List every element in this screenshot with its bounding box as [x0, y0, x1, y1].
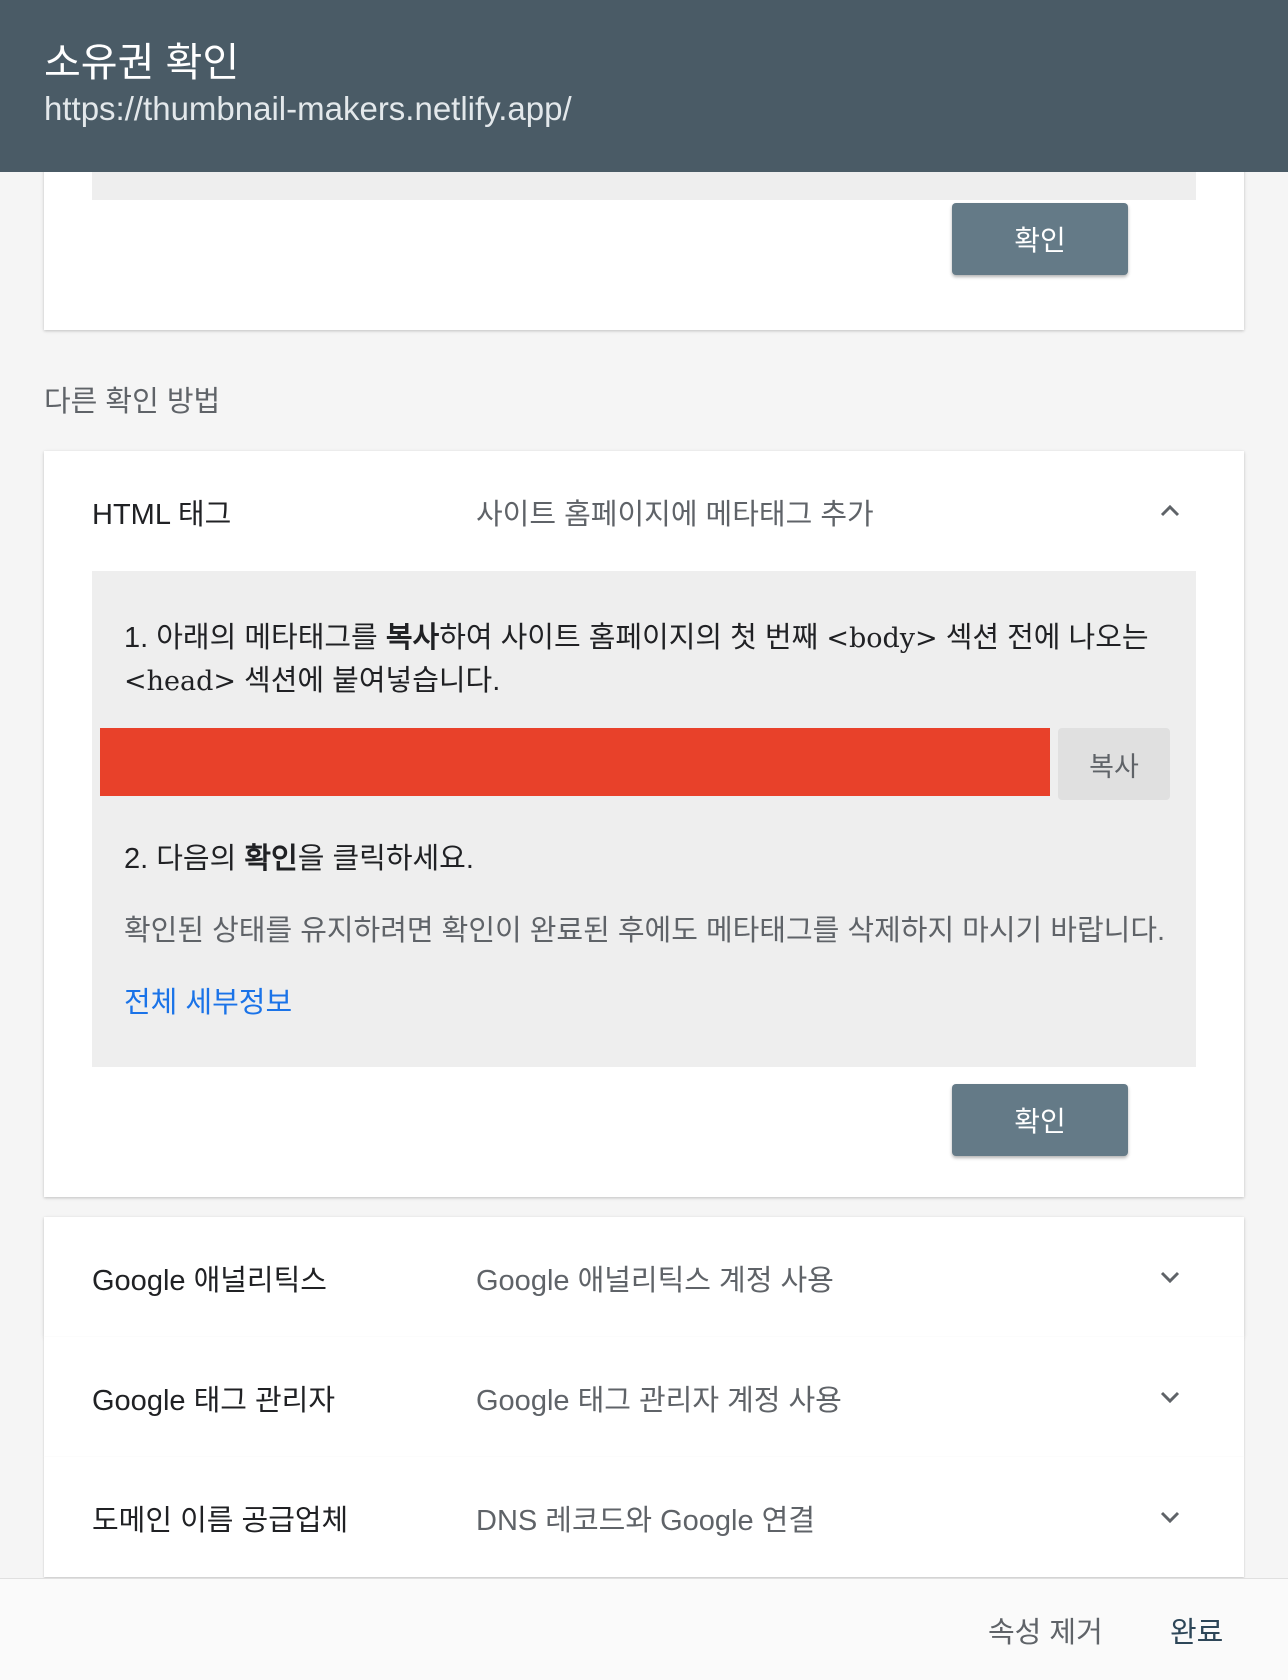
html-tag-description: 사이트 홈페이지에 메타태그 추가	[476, 499, 874, 531]
keep-tag-note: 확인된 상태를 유지하려면 확인이 완료된 후에도 메타태그를 삭제하지 마시기…	[124, 915, 1166, 947]
chevron-down-icon[interactable]	[1154, 1381, 1186, 1413]
remove-property-button[interactable]: 속성 제거	[988, 1609, 1103, 1651]
method-google-analytics[interactable]: Google 애널리틱스 Google 애널리틱스 계정 사용	[44, 1217, 1244, 1337]
chevron-down-icon[interactable]	[1154, 1501, 1186, 1533]
method-domain-provider[interactable]: 도메인 이름 공급업체 DNS 레코드와 Google 연결	[44, 1457, 1244, 1577]
chevron-down-icon[interactable]	[1154, 1261, 1186, 1293]
html-tag-card: HTML 태그 사이트 홈페이지에 메타태그 추가 1. 아래의 메타태그를 복…	[44, 451, 1244, 1197]
done-button[interactable]: 완료	[1170, 1609, 1223, 1651]
step-1-text: 1. 아래의 메타태그를 복사하여 사이트 홈페이지의 첫 번째 <body> …	[124, 622, 1149, 697]
copy-button[interactable]: 복사	[1058, 728, 1170, 800]
other-methods-label: 다른 확인 방법	[44, 386, 221, 418]
method-description: DNS 레코드와 Google 연결	[476, 1505, 815, 1537]
property-url: https://thumbnail-makers.netlify.app/	[44, 90, 572, 127]
step-2-text: 2. 다음의 확인을 클릭하세요.	[124, 843, 474, 875]
html-tag-confirm-button[interactable]: 확인	[952, 1084, 1128, 1156]
html-tag-title: HTML 태그	[92, 499, 232, 531]
top-verification-card: 확인	[44, 150, 1244, 330]
method-title: Google 애널리틱스	[92, 1265, 327, 1297]
confirm-button[interactable]: 확인	[952, 203, 1128, 275]
method-description: Google 애널리틱스 계정 사용	[476, 1265, 834, 1297]
html-tag-instructions: 1. 아래의 메타태그를 복사하여 사이트 홈페이지의 첫 번째 <body> …	[92, 571, 1196, 1067]
method-description: Google 태그 관리자 계정 사용	[476, 1385, 842, 1417]
method-title: Google 태그 관리자	[92, 1385, 336, 1417]
method-title: 도메인 이름 공급업체	[92, 1505, 349, 1537]
dialog-title: 소유권 확인	[44, 41, 240, 85]
meta-tag-field[interactable]	[100, 728, 1050, 796]
method-google-tag-manager[interactable]: Google 태그 관리자 Google 태그 관리자 계정 사용	[44, 1337, 1244, 1457]
chevron-up-icon[interactable]	[1154, 495, 1186, 527]
full-details-link[interactable]: 전체 세부정보	[124, 979, 292, 1021]
dialog-footer: 속성 제거 완료	[0, 1578, 1288, 1680]
dialog-header: 소유권 확인 https://thumbnail-makers.netlify.…	[0, 0, 1288, 172]
